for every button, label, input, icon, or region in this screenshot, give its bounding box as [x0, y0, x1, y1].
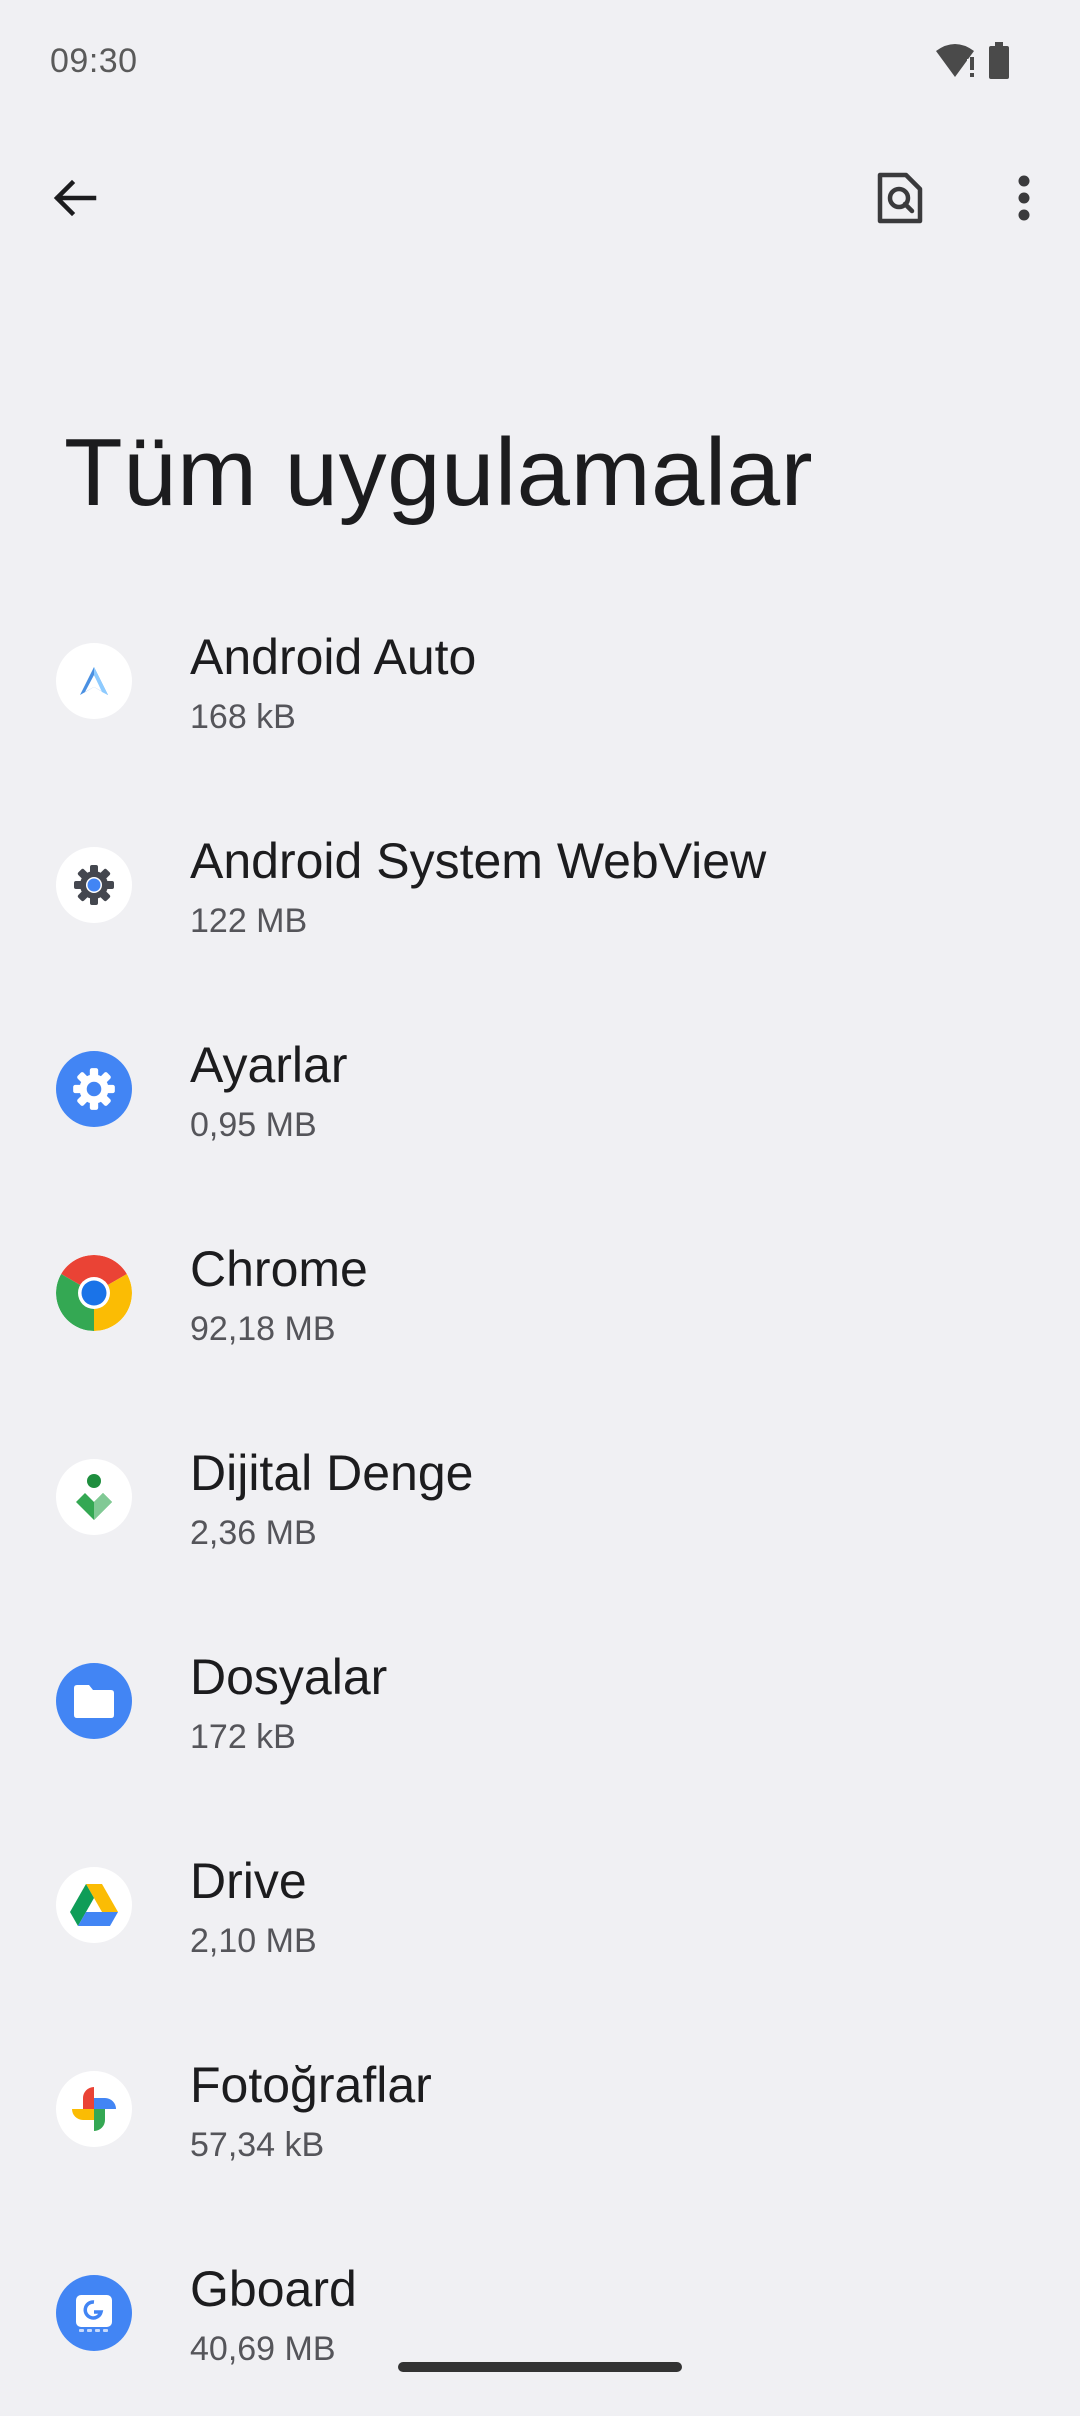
app-name: Gboard: [190, 2261, 357, 2317]
list-item-android-system-webview[interactable]: Android System WebView 122 MB: [0, 784, 1080, 988]
chrome-icon: [56, 1255, 132, 1331]
more-options-button[interactable]: [974, 150, 1074, 250]
app-name: Dijital Denge: [190, 1445, 474, 1501]
gboard-icon: [56, 2275, 132, 2351]
arrow-back-icon: [50, 174, 98, 227]
search-button[interactable]: [850, 150, 950, 250]
status-icons: [934, 42, 1010, 85]
app-size: 172 kB: [190, 1718, 296, 1756]
app-name: Chrome: [190, 1241, 368, 1297]
webview-gear-icon: [56, 847, 132, 923]
list-item-fotograflar[interactable]: Fotoğraflar 57,34 kB: [0, 2008, 1080, 2212]
list-item-dijital-denge[interactable]: Dijital Denge 2,36 MB: [0, 1396, 1080, 1600]
app-size: 92,18 MB: [190, 1310, 336, 1348]
top-app-bar: [0, 150, 1080, 250]
list-item-dosyalar[interactable]: Dosyalar 172 kB: [0, 1600, 1080, 1804]
list-item-drive[interactable]: Drive 2,10 MB: [0, 1804, 1080, 2008]
digital-wellbeing-icon: [56, 1459, 132, 1535]
app-list: Android Auto 168 kB Android System WebVi…: [0, 580, 1080, 2416]
list-item-chrome[interactable]: Chrome 92,18 MB: [0, 1192, 1080, 1396]
page-title: Tüm uygulamalar: [64, 419, 814, 526]
app-size: 168 kB: [190, 698, 296, 736]
settings-gear-icon: [56, 1051, 132, 1127]
search-document-icon: [876, 171, 924, 230]
app-size: 2,36 MB: [190, 1514, 317, 1552]
app-size: 0,95 MB: [190, 1106, 317, 1144]
app-name: Android System WebView: [190, 833, 767, 889]
back-button[interactable]: [24, 150, 124, 250]
battery-icon: [988, 42, 1010, 85]
app-size: 122 MB: [190, 902, 308, 940]
app-name: Fotoğraflar: [190, 2057, 432, 2113]
status-bar: 09:30: [0, 0, 1080, 130]
app-name: Android Auto: [190, 629, 477, 685]
list-item-ayarlar[interactable]: Ayarlar 0,95 MB: [0, 988, 1080, 1192]
app-name: Drive: [190, 1853, 307, 1909]
app-name: Dosyalar: [190, 1649, 388, 1705]
app-size: 57,34 kB: [190, 2126, 325, 2164]
photos-pinwheel-icon: [56, 2071, 132, 2147]
app-size: 2,10 MB: [190, 1922, 317, 1960]
list-item-android-auto[interactable]: Android Auto 168 kB: [0, 580, 1080, 784]
more-vertical-icon: [1017, 175, 1031, 226]
app-name: Ayarlar: [190, 1037, 348, 1093]
android-auto-icon: [56, 643, 132, 719]
app-size: 40,69 MB: [190, 2330, 336, 2368]
files-folder-icon: [56, 1663, 132, 1739]
drive-icon: [56, 1867, 132, 1943]
wifi-alert-icon: [934, 43, 976, 84]
list-item-gboard[interactable]: Gboard 40,69 MB: [0, 2212, 1080, 2416]
status-time: 09:30: [50, 42, 138, 80]
gesture-nav-handle[interactable]: [398, 2362, 682, 2372]
